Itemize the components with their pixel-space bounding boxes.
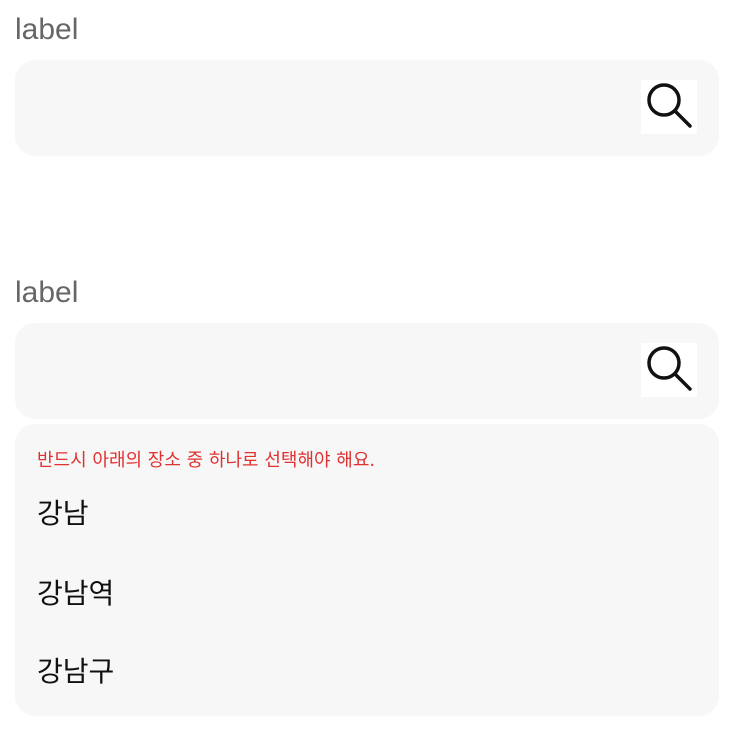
search-icon [643,79,695,135]
search-button[interactable] [641,80,697,134]
suggestion-option[interactable]: 강남구 [37,654,114,690]
suggestion-option[interactable]: 강남역 [37,576,114,612]
suggestion-option[interactable]: 강남 [37,496,89,532]
search-field[interactable] [15,323,719,419]
validation-message: 반드시 아래의 장소 중 하나로 선택해야 해요. [37,450,376,471]
search-input[interactable] [39,60,629,156]
suggestion-dropdown: 반드시 아래의 장소 중 하나로 선택해야 해요. 강남 강남역 강남구 [15,424,719,716]
field-label: label [15,276,79,309]
search-icon [643,342,695,398]
search-field[interactable] [15,60,719,156]
field-label: label [15,13,79,46]
search-button[interactable] [641,343,697,397]
search-input[interactable] [39,323,629,419]
